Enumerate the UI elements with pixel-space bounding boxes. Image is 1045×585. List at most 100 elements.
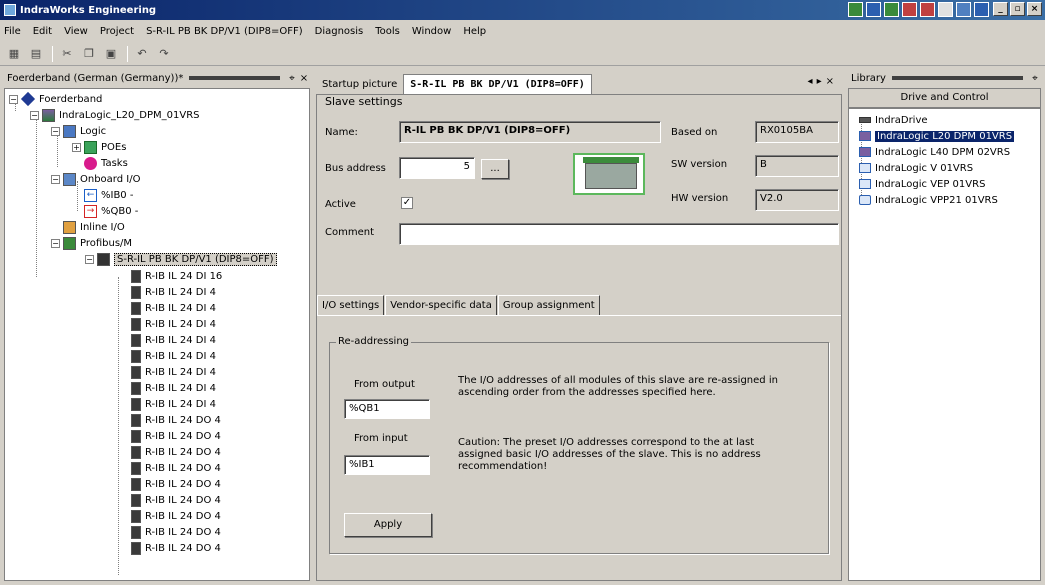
from-output-field[interactable]: %QB1 [344, 399, 430, 419]
menu-window[interactable]: Window [412, 26, 451, 37]
hw-version-field[interactable]: V2.0 [755, 189, 839, 211]
tab-vendor-specific[interactable]: Vendor-specific data [385, 295, 497, 315]
pin-icon[interactable]: ⌖ [286, 73, 298, 84]
active-checkbox[interactable]: ✓ [401, 197, 413, 209]
copy-icon[interactable]: ❐ [81, 46, 97, 62]
menu-view[interactable]: View [64, 26, 88, 37]
tree-node-module[interactable]: R-IB IL 24 DI 4 [131, 396, 216, 412]
tray-icon[interactable] [938, 2, 953, 17]
tree-node-module[interactable]: R-IB IL 24 DI 4 [131, 316, 216, 332]
menu-tools[interactable]: Tools [375, 26, 400, 37]
collapse-icon[interactable]: − [9, 94, 18, 104]
tree-node-module[interactable]: R-IB IL 24 DI 16 [131, 268, 222, 284]
io-icon [63, 172, 76, 186]
undo-icon[interactable]: ↶ [134, 46, 150, 62]
tree-node-onboard-io[interactable]: − Onboard I/O [51, 171, 140, 187]
based-on-field[interactable]: RX0105BA [755, 121, 839, 143]
library-item[interactable]: IndraLogic VEP 01VRS [859, 177, 985, 191]
tab-left-icon[interactable]: ◂ [808, 76, 817, 87]
collapse-icon[interactable]: − [51, 174, 60, 184]
close-icon[interactable]: × [826, 76, 838, 87]
tree-node-module[interactable]: R-IB IL 24 DI 4 [131, 332, 216, 348]
tree-node-module[interactable]: R-IB IL 24 DO 4 [131, 428, 221, 444]
menu-device[interactable]: S-R-IL PB BK DP/V1 (DIP8=OFF) [146, 26, 303, 37]
menu-file[interactable]: File [4, 26, 21, 37]
tree-label: %IB0 - [101, 189, 134, 201]
open-project-icon[interactable]: ▤ [28, 46, 44, 62]
tree-node-inline-io[interactable]: Inline I/O [63, 219, 125, 235]
collapse-icon[interactable]: − [51, 238, 60, 248]
new-project-icon[interactable]: ▦ [6, 46, 22, 62]
toolbar-separator [52, 45, 53, 62]
restore-button[interactable]: ▫ [1010, 2, 1025, 16]
tree-node-module[interactable]: R-IB IL 24 DI 4 [131, 284, 216, 300]
library-item[interactable]: IndraLogic L40 DPM 02VRS [859, 145, 1010, 159]
tray-icon[interactable] [902, 2, 917, 17]
tree-node-module[interactable]: R-IB IL 24 DI 4 [131, 348, 216, 364]
library-category[interactable]: Drive and Control [848, 88, 1041, 108]
menu-diagnosis[interactable]: Diagnosis [315, 26, 364, 37]
collapse-icon[interactable]: − [51, 126, 60, 136]
browse-button[interactable]: ... [481, 159, 509, 179]
tab-slave-device[interactable]: S-R-IL PB BK DP/V1 (DIP8=OFF) [403, 74, 592, 94]
tray-icon[interactable] [866, 2, 881, 17]
tree-node-module[interactable]: R-IB IL 24 DO 4 [131, 412, 221, 428]
tree-node-plc[interactable]: − IndraLogic_L20_DPM_01VRS [30, 107, 200, 123]
tray-icon[interactable] [920, 2, 935, 17]
library-item[interactable]: IndraDrive [859, 113, 928, 127]
from-input-field[interactable]: %IB1 [344, 455, 430, 475]
tree-node-qb0[interactable]: → %QB0 - [84, 203, 138, 219]
tree-node-module[interactable]: R-IB IL 24 DI 4 [131, 380, 216, 396]
close-icon[interactable]: × [298, 73, 310, 84]
tree-node-module[interactable]: R-IB IL 24 DO 4 [131, 476, 221, 492]
tree-node-tasks[interactable]: Tasks [84, 155, 128, 171]
tree-node-module[interactable]: R-IB IL 24 DO 4 [131, 508, 221, 524]
menu-help[interactable]: Help [463, 26, 486, 37]
pane-grip[interactable] [189, 76, 280, 80]
tree-node-ib0[interactable]: ← %IB0 - [84, 187, 133, 203]
tab-right-icon[interactable]: ▸ [817, 76, 826, 87]
tree-node-root[interactable]: − Foerderband [9, 91, 102, 107]
redo-icon[interactable]: ↷ [156, 46, 172, 62]
tree-node-profibus[interactable]: − Profibus/M [51, 235, 132, 251]
tray-icon[interactable] [848, 2, 863, 17]
minimize-button[interactable]: _ [993, 2, 1008, 16]
close-button[interactable]: × [1027, 2, 1042, 16]
comment-field[interactable] [399, 223, 839, 245]
cut-icon[interactable]: ✂ [59, 46, 75, 62]
tab-group-assignment[interactable]: Group assignment [497, 295, 600, 315]
tree-node-slave[interactable]: − S-R-IL PB BK DP/V1 (DIP8=OFF) [85, 251, 277, 267]
menu-project[interactable]: Project [100, 26, 134, 37]
tree-node-poes[interactable]: + POEs [72, 139, 126, 155]
tree-node-logic[interactable]: − Logic [51, 123, 106, 139]
tree-node-module[interactable]: R-IB IL 24 DO 4 [131, 492, 221, 508]
tree-node-module[interactable]: R-IB IL 24 DO 4 [131, 524, 221, 540]
pane-grip[interactable] [891, 76, 1023, 80]
tray-icon[interactable] [884, 2, 899, 17]
tray-icon[interactable] [956, 2, 971, 17]
module-icon [131, 301, 141, 315]
module-icon [131, 397, 141, 411]
expand-icon[interactable]: + [72, 142, 81, 152]
window-title: IndraWorks Engineering [20, 4, 157, 16]
bus-address-field[interactable]: 5 [399, 157, 475, 179]
tab-startup-picture[interactable]: Startup picture [316, 74, 403, 94]
tray-icon[interactable] [974, 2, 989, 17]
library-item-selected[interactable]: IndraLogic L20 DPM 01VRS [859, 129, 1015, 143]
paste-icon[interactable]: ▣ [103, 46, 119, 62]
collapse-icon[interactable]: − [85, 254, 94, 264]
tree-node-module[interactable]: R-IB IL 24 DO 4 [131, 540, 221, 556]
menu-edit[interactable]: Edit [33, 26, 52, 37]
sw-version-field[interactable]: B [755, 155, 839, 177]
tree-node-module[interactable]: R-IB IL 24 DO 4 [131, 444, 221, 460]
library-item[interactable]: IndraLogic V 01VRS [859, 161, 973, 175]
tree-node-module[interactable]: R-IB IL 24 DI 4 [131, 300, 216, 316]
library-item[interactable]: IndraLogic VPP21 01VRS [859, 193, 998, 207]
name-field[interactable]: R-IL PB BK DP/V1 (DIP8=OFF) [399, 121, 661, 143]
tree-node-module[interactable]: R-IB IL 24 DO 4 [131, 460, 221, 476]
pin-icon[interactable]: ⌖ [1029, 73, 1041, 84]
tab-io-settings[interactable]: I/O settings [317, 295, 385, 315]
collapse-icon[interactable]: − [30, 110, 39, 120]
apply-button[interactable]: Apply [344, 513, 432, 537]
tree-node-module[interactable]: R-IB IL 24 DI 4 [131, 364, 216, 380]
